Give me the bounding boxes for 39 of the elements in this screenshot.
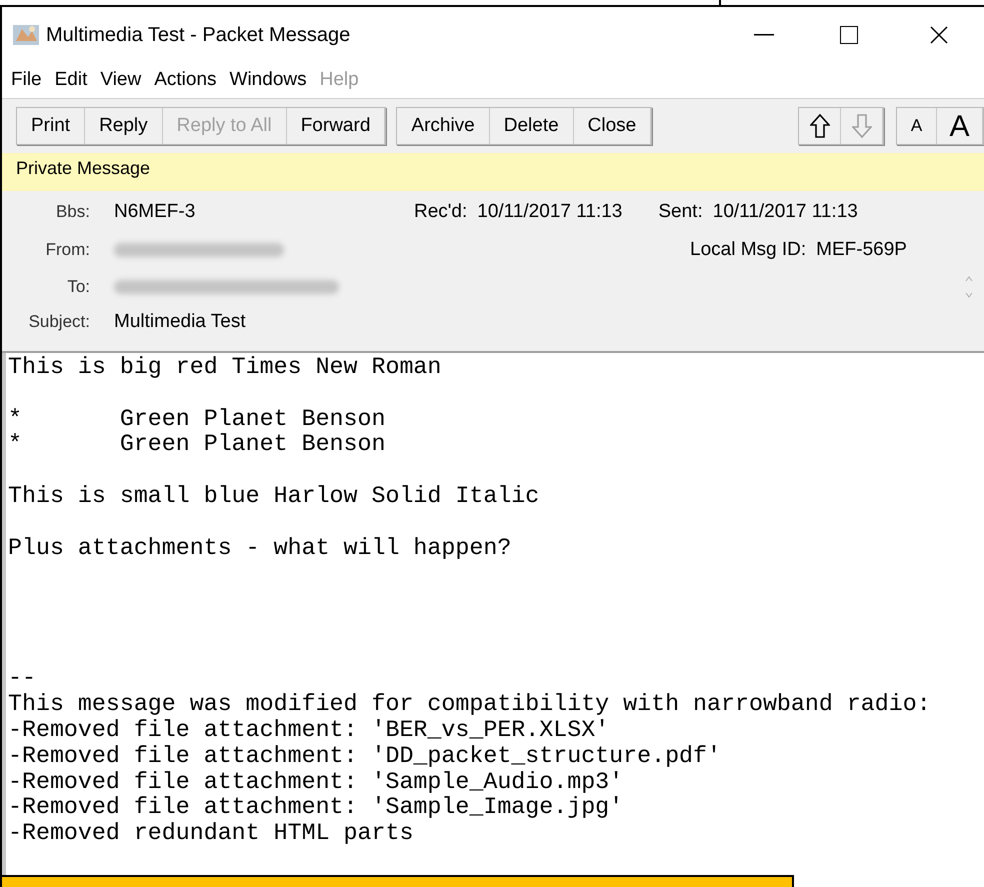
bbs-value: N6MEF-3 <box>114 200 196 224</box>
menu-item[interactable]: Actions <box>154 66 217 94</box>
to-label: To: <box>66 276 90 298</box>
menu-item[interactable]: Windows <box>230 66 307 94</box>
message-line: -Removed file attachment: 'DD_packet_structure.pdf' <box>8 744 722 770</box>
local-message-id: MEF-569P <box>816 238 907 262</box>
window-title: Multimedia Test - Packet Message <box>46 22 350 48</box>
message-line: -Removed redundant HTML parts <box>8 821 414 847</box>
received-date: 10/11/2017 11:13 <box>477 200 622 224</box>
message-line: -Removed file attachment: 'BER_vs_PER.XLSX' <box>8 718 610 744</box>
received-label: Rec'd: <box>414 200 468 224</box>
from-label: From: <box>44 239 90 262</box>
close-icon <box>930 26 948 44</box>
minimize-icon <box>754 34 774 36</box>
message-line: * Green Planet Benson <box>8 432 386 458</box>
message-line: * Green Planet Benson <box>8 406 386 432</box>
menu-item[interactable]: View <box>100 66 142 94</box>
message-line: This is small blue Harlow Solid Italic <box>8 484 540 510</box>
message-line: -- <box>8 666 36 692</box>
larger-font-button[interactable]: A <box>937 108 983 144</box>
sent-date: 10/11/2017 11:13 <box>712 200 858 224</box>
message-line: -Removed file attachment: 'Sample_Audio.mp3' <box>8 770 624 796</box>
down-arrow-icon <box>852 113 872 139</box>
message-line: This is big red Times New Roman <box>8 355 442 381</box>
local-message-id-label: Local Msg ID: <box>690 238 806 262</box>
up-arrow-icon <box>810 113 830 139</box>
message-line: -Removed file attachment: 'Sample_Image.jpg' <box>8 795 624 822</box>
subject-label: Subject: <box>28 311 90 334</box>
message-line: This message was modified for compatibility with narrowband radio: <box>8 692 931 718</box>
maximize-icon <box>840 26 858 44</box>
menu-item[interactable]: File <box>11 66 42 94</box>
bbs-label: Bbs: <box>54 201 90 224</box>
message-line: Plus attachments - what will happen? <box>8 536 512 562</box>
smaller-font-button[interactable]: A <box>897 108 937 144</box>
private-message-banner: Private Message <box>2 153 984 191</box>
subject-value: Multimedia Test <box>114 310 246 334</box>
menu-item[interactable]: Edit <box>54 66 88 94</box>
sent-label: Sent: <box>658 200 703 224</box>
app-logo-icon <box>12 22 40 46</box>
